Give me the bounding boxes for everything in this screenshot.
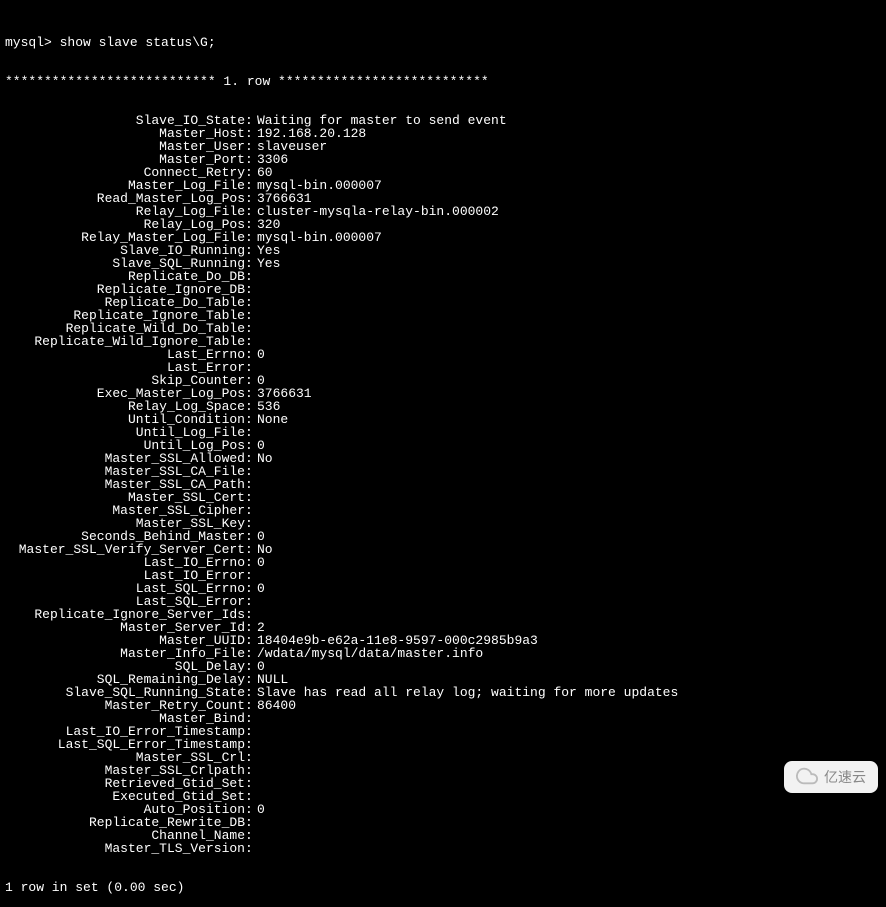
status-row: Replicate_Wild_Ignore_Table: (5, 335, 881, 348)
mysql-prompt: mysql> show slave status\G; (5, 36, 881, 49)
status-row: Slave_IO_State: Waiting for master to se… (5, 114, 881, 127)
status-row: Replicate_Rewrite_DB: (5, 816, 881, 829)
status-row: Until_Log_File: (5, 426, 881, 439)
field-separator: : (245, 842, 257, 855)
field-label: Replicate_Rewrite_DB (5, 816, 245, 829)
status-fields: Slave_IO_State: Waiting for master to se… (5, 114, 881, 855)
field-value: /wdata/mysql/data/master.info (257, 647, 483, 660)
status-row: Channel_Name: (5, 829, 881, 842)
field-separator: : (245, 816, 257, 829)
field-separator: : (245, 829, 257, 842)
status-row: Master_TLS_Version: (5, 842, 881, 855)
cloud-icon (796, 765, 818, 789)
field-value: cluster-mysqla-relay-bin.000002 (257, 205, 499, 218)
field-label: Executed_Gtid_Set (5, 790, 245, 803)
status-row: Master_Retry_Count: 86400 (5, 699, 881, 712)
status-row: Master_SSL_Verify_Server_Cert: No (5, 543, 881, 556)
row-header: *************************** 1. row *****… (5, 75, 881, 88)
status-row: Master_Port: 3306 (5, 153, 881, 166)
status-row: Auto_Position: 0 (5, 803, 881, 816)
field-label: Auto_Position (5, 803, 245, 816)
field-value: 0 (257, 803, 265, 816)
status-row: Executed_Gtid_Set: (5, 790, 881, 803)
status-row: Master_Host: 192.168.20.128 (5, 127, 881, 140)
field-value: 86400 (257, 699, 296, 712)
field-separator: : (245, 803, 257, 816)
field-value: Slave has read all relay log; waiting fo… (257, 686, 678, 699)
watermark: 亿速云 (784, 761, 878, 793)
terminal-output[interactable]: mysql> show slave status\G; ************… (5, 10, 881, 907)
status-row: Master_Info_File: /wdata/mysql/data/mast… (5, 647, 881, 660)
status-row: Last_IO_Errno: 0 (5, 556, 881, 569)
field-label: Channel_Name (5, 829, 245, 842)
field-value: None (257, 413, 288, 426)
status-row: Last_Errno: 0 (5, 348, 881, 361)
result-footer: 1 row in set (0.00 sec) (5, 881, 881, 894)
status-row: Last_Error: (5, 361, 881, 374)
field-label: Master_TLS_Version (5, 842, 245, 855)
status-row: Relay_Log_File: cluster-mysqla-relay-bin… (5, 205, 881, 218)
status-row: Master_User: slaveuser (5, 140, 881, 153)
field-separator: : (245, 790, 257, 803)
watermark-text: 亿速云 (824, 770, 866, 784)
